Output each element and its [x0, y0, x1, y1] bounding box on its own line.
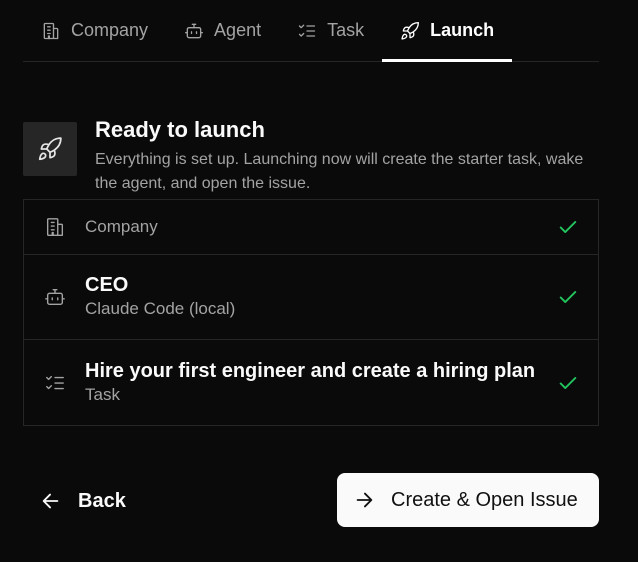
task-title: Hire your first engineer and create a hi…	[85, 359, 536, 382]
summary-row-company: Company	[24, 200, 598, 255]
primary-label: Create & Open Issue	[391, 488, 578, 511]
check-icon	[557, 286, 579, 308]
bot-icon	[43, 285, 67, 309]
agent-runtime: Claude Code (local)	[85, 299, 236, 318]
tab-label: Company	[71, 20, 149, 40]
launch-summary: Company CEO Claude Code (local) Hire you…	[23, 199, 599, 426]
tab-agent[interactable]: Agent	[166, 0, 279, 61]
summary-label: Company	[85, 217, 158, 236]
bot-icon	[185, 23, 204, 38]
back-button[interactable]: Back	[40, 474, 126, 528]
arrow-left-icon	[42, 493, 59, 509]
page-title: Ready to launch	[95, 117, 265, 142]
list-checks-icon	[43, 371, 67, 395]
agent-name: CEO	[85, 274, 129, 296]
page-description: Everything is set up. Launching now will…	[95, 151, 584, 192]
building-icon	[43, 22, 59, 39]
check-icon	[557, 216, 579, 238]
check-icon	[557, 372, 579, 394]
rocket-icon	[23, 122, 77, 176]
arrow-right-icon	[356, 492, 373, 508]
building-icon	[43, 215, 67, 239]
summary-row-task: Hire your first engineer and create a hi…	[24, 340, 598, 425]
list-checks-icon	[298, 24, 316, 37]
summary-row-agent: CEO Claude Code (local)	[24, 255, 598, 340]
tab-label: Launch	[430, 20, 495, 40]
tab-label: Agent	[214, 20, 262, 40]
tab-label: Task	[327, 20, 365, 40]
task-type: Task	[85, 384, 120, 404]
back-label: Back	[78, 489, 126, 512]
launch-header: Ready to launch Everything is set up. La…	[23, 118, 599, 196]
tab-company[interactable]: Company	[23, 0, 166, 61]
rocket-icon	[401, 21, 420, 40]
tab-task[interactable]: Task	[279, 0, 382, 61]
create-open-issue-button[interactable]: Create & Open Issue	[337, 473, 599, 527]
wizard-tabs: Company Agent Task Launch	[23, 0, 599, 62]
tab-launch[interactable]: Launch	[382, 0, 513, 62]
